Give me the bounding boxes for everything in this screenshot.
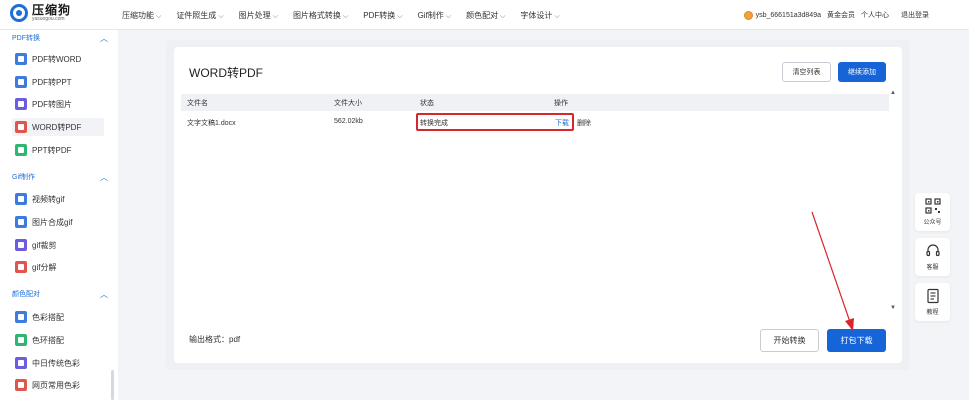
vip-badge[interactable]: 黄金会员 — [827, 10, 855, 20]
sidebar-item-video-to-gif[interactable]: 视频转gif — [12, 190, 104, 208]
sidebar-item-pdf-to-word[interactable]: PDF转WORD — [12, 50, 104, 68]
user-area: ysb_666151a3d849a 黄金会员 个人中心 退出登录 — [743, 0, 929, 30]
nav-item-color[interactable]: 颜色配对 ⌵ — [466, 10, 505, 21]
float-label-wechat: 公众号 — [923, 220, 942, 226]
column-header-status: 状态 — [420, 100, 434, 107]
sidebar-item-ppt-to-pdf[interactable]: PPT转PDF — [12, 141, 104, 159]
float-support[interactable]: 客服 — [915, 238, 950, 276]
float-wechat[interactable]: 公众号 — [915, 193, 950, 231]
chevron-down-icon: ⌵ — [445, 12, 452, 20]
chevron-down-icon: ⌵ — [397, 12, 403, 20]
sidebar-item-color-match[interactable]: 色彩搭配 — [12, 308, 104, 326]
pdf-to-word-icon — [15, 53, 27, 65]
sidebar-item-traditional-colors[interactable]: 中日传统色彩 — [12, 354, 104, 372]
logo-icon — [10, 4, 28, 22]
image-to-gif-icon — [15, 216, 27, 228]
file-size: 562.02kb — [334, 118, 363, 125]
sidebar: PDF转换 ︿ PDF转WORD PDF转PPT PDF转图片 WORD转PDF… — [0, 30, 118, 400]
pack-download-button[interactable]: 打包下载 — [827, 329, 886, 352]
chevron-up-icon: ︿ — [100, 172, 108, 182]
sidebar-scrollbar[interactable] — [111, 370, 114, 400]
sidebar-group-pdf[interactable]: PDF转换 ︿ — [12, 31, 108, 45]
user-name[interactable]: ysb_666151a3d849a — [756, 12, 821, 19]
nav-item-font[interactable]: 字体设计 ⌵ — [520, 10, 559, 21]
sidebar-item-pdf-to-ppt[interactable]: PDF转PPT — [12, 73, 104, 91]
traditional-color-icon — [15, 357, 27, 369]
nav-item-image-processing[interactable]: 图片处理 ⌵ — [239, 10, 278, 21]
float-label-tutorial: 教程 — [926, 310, 939, 316]
chevron-down-icon: ⌵ — [218, 12, 224, 20]
start-convert-button[interactable]: 开始转换 — [760, 329, 819, 352]
ppt-to-pdf-icon — [15, 144, 27, 156]
page-title: WORD转PDF — [189, 66, 263, 80]
column-header-actions: 操作 — [554, 100, 568, 107]
logo-domain: yasuogou.com — [32, 16, 65, 22]
qr-code-icon — [924, 198, 941, 214]
sidebar-item-color-wheel[interactable]: 色环搭配 — [12, 331, 104, 349]
main-nav: 压缩功能 ⌵ 证件照生成 ⌵ 图片处理 ⌵ 图片格式转换 ⌵ PDF转换 ⌵ Gif制作 ⌵… — [122, 0, 575, 30]
nav-item-image-format[interactable]: 图片格式转换 ⌵ — [293, 10, 348, 21]
sidebar-item-image-to-gif[interactable]: 图片合成gif — [12, 213, 104, 231]
color-wheel-icon — [15, 334, 27, 346]
sidebar-item-pdf-to-image[interactable]: PDF转图片 — [12, 95, 104, 113]
logo-name: 压缩狗 — [32, 3, 72, 17]
chevron-down-icon: ⌵ — [156, 12, 162, 20]
nav-item-compress[interactable]: 压缩功能 ⌵ — [122, 10, 161, 21]
highlight-box — [416, 113, 574, 131]
delete-link[interactable]: 删除 — [577, 118, 591, 128]
video-to-gif-icon — [15, 193, 27, 205]
word-to-pdf-icon — [15, 121, 27, 133]
chevron-down-icon: ⌵ — [554, 12, 560, 20]
column-header-filename: 文件名 — [187, 100, 208, 107]
top-nav-bar: 压缩狗 yasuogou.com 压缩功能 ⌵ 证件照生成 ⌵ 图片处理 ⌵ 图片格式… — [0, 0, 969, 30]
column-header-size: 文件大小 — [334, 100, 362, 107]
sidebar-item-gif-split[interactable]: gif分解 — [12, 258, 104, 276]
logout-link[interactable]: 退出登录 — [901, 10, 929, 20]
scroll-down-icon[interactable]: ▼ — [890, 305, 896, 311]
clear-list-button[interactable]: 清空列表 — [782, 62, 831, 82]
headset-icon — [925, 244, 940, 257]
float-label-support: 客服 — [926, 265, 939, 271]
sidebar-group-gif[interactable]: Gif制作 ︿ — [12, 170, 108, 184]
add-more-button[interactable]: 继续添加 — [838, 62, 886, 82]
user-avatar-icon — [743, 10, 753, 20]
chevron-up-icon: ︿ — [100, 33, 108, 43]
chevron-down-icon: ⌵ — [272, 12, 278, 20]
file-name: 文字文稿1.docx — [187, 120, 236, 127]
chevron-up-icon: ︿ — [100, 289, 108, 299]
site-logo[interactable]: 压缩狗 yasuogou.com — [10, 4, 71, 22]
float-tutorial[interactable]: 教程 — [915, 283, 950, 321]
output-format-label: 输出格式：pdf — [189, 335, 241, 344]
sidebar-item-gif-crop[interactable]: gif裁剪 — [12, 236, 104, 254]
gif-split-icon — [15, 261, 27, 273]
table-header — [181, 94, 889, 111]
color-palette-icon — [15, 311, 27, 323]
sidebar-group-color[interactable]: 颜色配对 ︿ — [12, 287, 108, 301]
scroll-up-icon[interactable]: ▲ — [890, 90, 896, 96]
chevron-down-icon: ⌵ — [342, 12, 349, 20]
nav-item-pdf-convert[interactable]: PDF转换 ⌵ — [363, 10, 402, 21]
chevron-down-icon: ⌵ — [500, 12, 506, 20]
pdf-to-ppt-icon — [15, 76, 27, 88]
sidebar-item-web-colors[interactable]: 网页常用色彩 — [12, 376, 104, 394]
web-color-icon — [15, 379, 27, 391]
gif-crop-icon — [15, 239, 27, 251]
nav-item-gif[interactable]: Gif制作 ⌵ — [418, 10, 452, 21]
sidebar-item-word-to-pdf[interactable]: WORD转PDF — [12, 118, 104, 136]
nav-item-id-photo[interactable]: 证件照生成 ⌵ — [176, 10, 223, 21]
document-icon — [926, 288, 939, 304]
pdf-to-image-icon — [15, 98, 27, 110]
user-center-link[interactable]: 个人中心 — [861, 10, 889, 20]
